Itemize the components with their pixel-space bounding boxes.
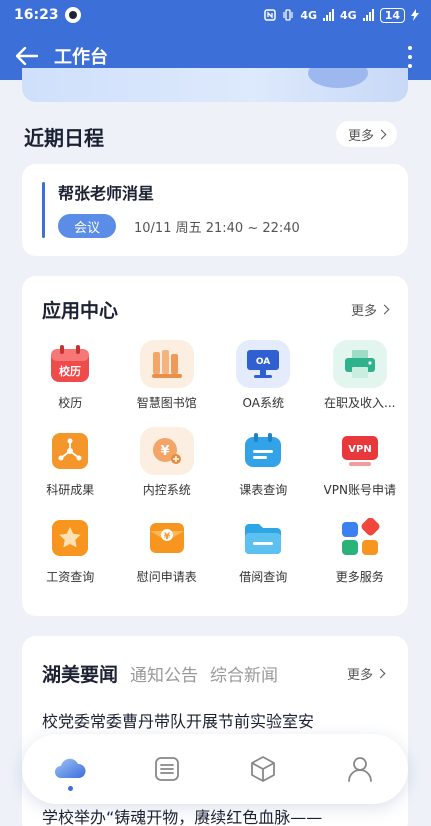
app-item[interactable]: OA OA系统 <box>215 340 312 427</box>
app-item[interactable]: 借阅查询 <box>215 514 312 601</box>
news-item[interactable]: 校党委常委曹丹带队开展节前实验室安 <box>42 708 314 732</box>
condolence-envelope-icon: ¥ <box>140 514 194 562</box>
news-more-button[interactable]: 更多 <box>346 664 386 683</box>
schedule-event-tag: 会议 <box>58 214 117 238</box>
app-label: 内控系统 <box>142 483 191 497</box>
battery-level: 14 <box>379 7 405 23</box>
schedule-card[interactable]: 帮张老师消星 会议 10/11 周五 21:40 ~ 22:40 <box>22 164 408 256</box>
library-icon <box>139 340 194 388</box>
schedule-more-button[interactable]: 更多 <box>336 121 398 147</box>
chevron-right-icon <box>379 304 390 315</box>
salary-star-icon <box>43 514 97 562</box>
tab-general-news[interactable]: 综合新闻 <box>210 661 278 686</box>
banner-image[interactable] <box>22 68 408 102</box>
app-item[interactable]: ¥ 内控系统 <box>119 427 216 514</box>
vibrate-icon <box>283 9 293 21</box>
status-bar: 16:23 4G 4G 14 <box>0 0 431 30</box>
app-label: VPN账号申请 <box>323 483 396 497</box>
app-label: 借阅查询 <box>239 570 288 584</box>
schedule-more-label: 更多 <box>348 128 375 144</box>
news-more-label: 更多 <box>346 668 373 683</box>
svg-text:OA: OA <box>256 357 270 367</box>
app-label: 慰问申请表 <box>136 570 197 584</box>
app-item[interactable]: 课表查询 <box>215 427 312 514</box>
app-item[interactable]: 智慧图书馆 <box>119 340 216 427</box>
profile-icon[interactable] <box>340 749 380 789</box>
app-center-title: 应用中心 <box>42 300 119 322</box>
tab-notices[interactable]: 通知公告 <box>130 661 198 686</box>
app-item[interactable]: 工资查询 <box>22 514 119 601</box>
finance-coin-icon: ¥ <box>139 427 194 475</box>
app-label: 在职及收入... <box>324 396 396 410</box>
active-indicator <box>68 786 74 791</box>
app-center-more-button[interactable]: 更多 <box>350 300 390 319</box>
app-grid: 校历 校历 智慧图书馆 OA OA系统 在职及收入... 科研成果 ¥ 内控系统… <box>22 340 408 601</box>
list-icon[interactable] <box>147 749 187 789</box>
charging-icon <box>411 9 419 21</box>
status-time: 16:23 <box>14 7 59 23</box>
borrow-folder-icon <box>236 514 290 562</box>
svg-text:VPN: VPN <box>348 444 371 455</box>
news-item[interactable]: 学校举办“铸魂开物，赓续红色血脉—— <box>42 804 322 826</box>
calendar-icon: 校历 <box>43 340 97 388</box>
app-center-more-label: 更多 <box>350 304 377 319</box>
chevron-right-icon <box>375 668 386 679</box>
app-label: 课表查询 <box>239 483 288 497</box>
app-item[interactable]: 科研成果 <box>22 427 119 514</box>
app-label: 科研成果 <box>46 483 95 497</box>
qq-notification-icon <box>64 7 81 23</box>
research-network-icon <box>43 427 97 475</box>
nfc-icon <box>264 9 277 21</box>
app-label: 更多服务 <box>335 570 384 584</box>
app-item[interactable]: ¥ 慰问申请表 <box>119 514 216 601</box>
bottom-tab-bar <box>22 734 408 804</box>
more-options-icon[interactable] <box>407 46 413 68</box>
network-type-2: 4G <box>340 8 357 22</box>
schedule-event-time: 10/11 周五 21:40 ~ 22:40 <box>134 221 300 236</box>
svg-text:¥: ¥ <box>164 532 171 542</box>
chevron-right-icon <box>376 129 387 139</box>
news-tabs: 湖美要闻 通知公告 综合新闻 <box>42 660 278 687</box>
signal-icon-2 <box>362 9 374 21</box>
app-label: 智慧图书馆 <box>136 396 197 410</box>
app-item[interactable]: 校历 校历 <box>22 340 119 427</box>
app-center-card: 应用中心 更多 校历 校历 智慧图书馆 OA OA系统 在职及收入... 科研成… <box>22 276 408 616</box>
app-label: OA系统 <box>242 396 284 410</box>
schedule-section-title: 近期日程 <box>24 126 104 150</box>
more-services-grid-icon <box>333 514 387 562</box>
app-item[interactable]: 更多服务 <box>312 514 409 601</box>
page-title: 工作台 <box>54 47 108 68</box>
oa-monitor-icon: OA <box>236 340 291 388</box>
signal-icon-1 <box>323 9 334 21</box>
app-item[interactable]: VPN VPN账号申请 <box>312 427 409 514</box>
cube-icon[interactable] <box>243 749 283 789</box>
schedule-event-title: 帮张老师消星 <box>58 184 155 203</box>
app-label: 校历 <box>58 396 83 410</box>
app-item[interactable]: 在职及收入... <box>312 340 409 427</box>
home-cloud-icon[interactable] <box>50 749 90 791</box>
tab-huamei-news[interactable]: 湖美要闻 <box>42 660 118 687</box>
svg-text:¥: ¥ <box>160 444 169 459</box>
printer-icon <box>332 340 387 388</box>
app-label: 工资查询 <box>46 570 95 584</box>
svg-text:校历: 校历 <box>59 364 81 378</box>
schedule-accent-bar <box>42 182 45 238</box>
vpn-icon: VPN <box>333 427 387 475</box>
timetable-icon <box>236 427 290 475</box>
network-type-1: 4G <box>300 8 317 22</box>
